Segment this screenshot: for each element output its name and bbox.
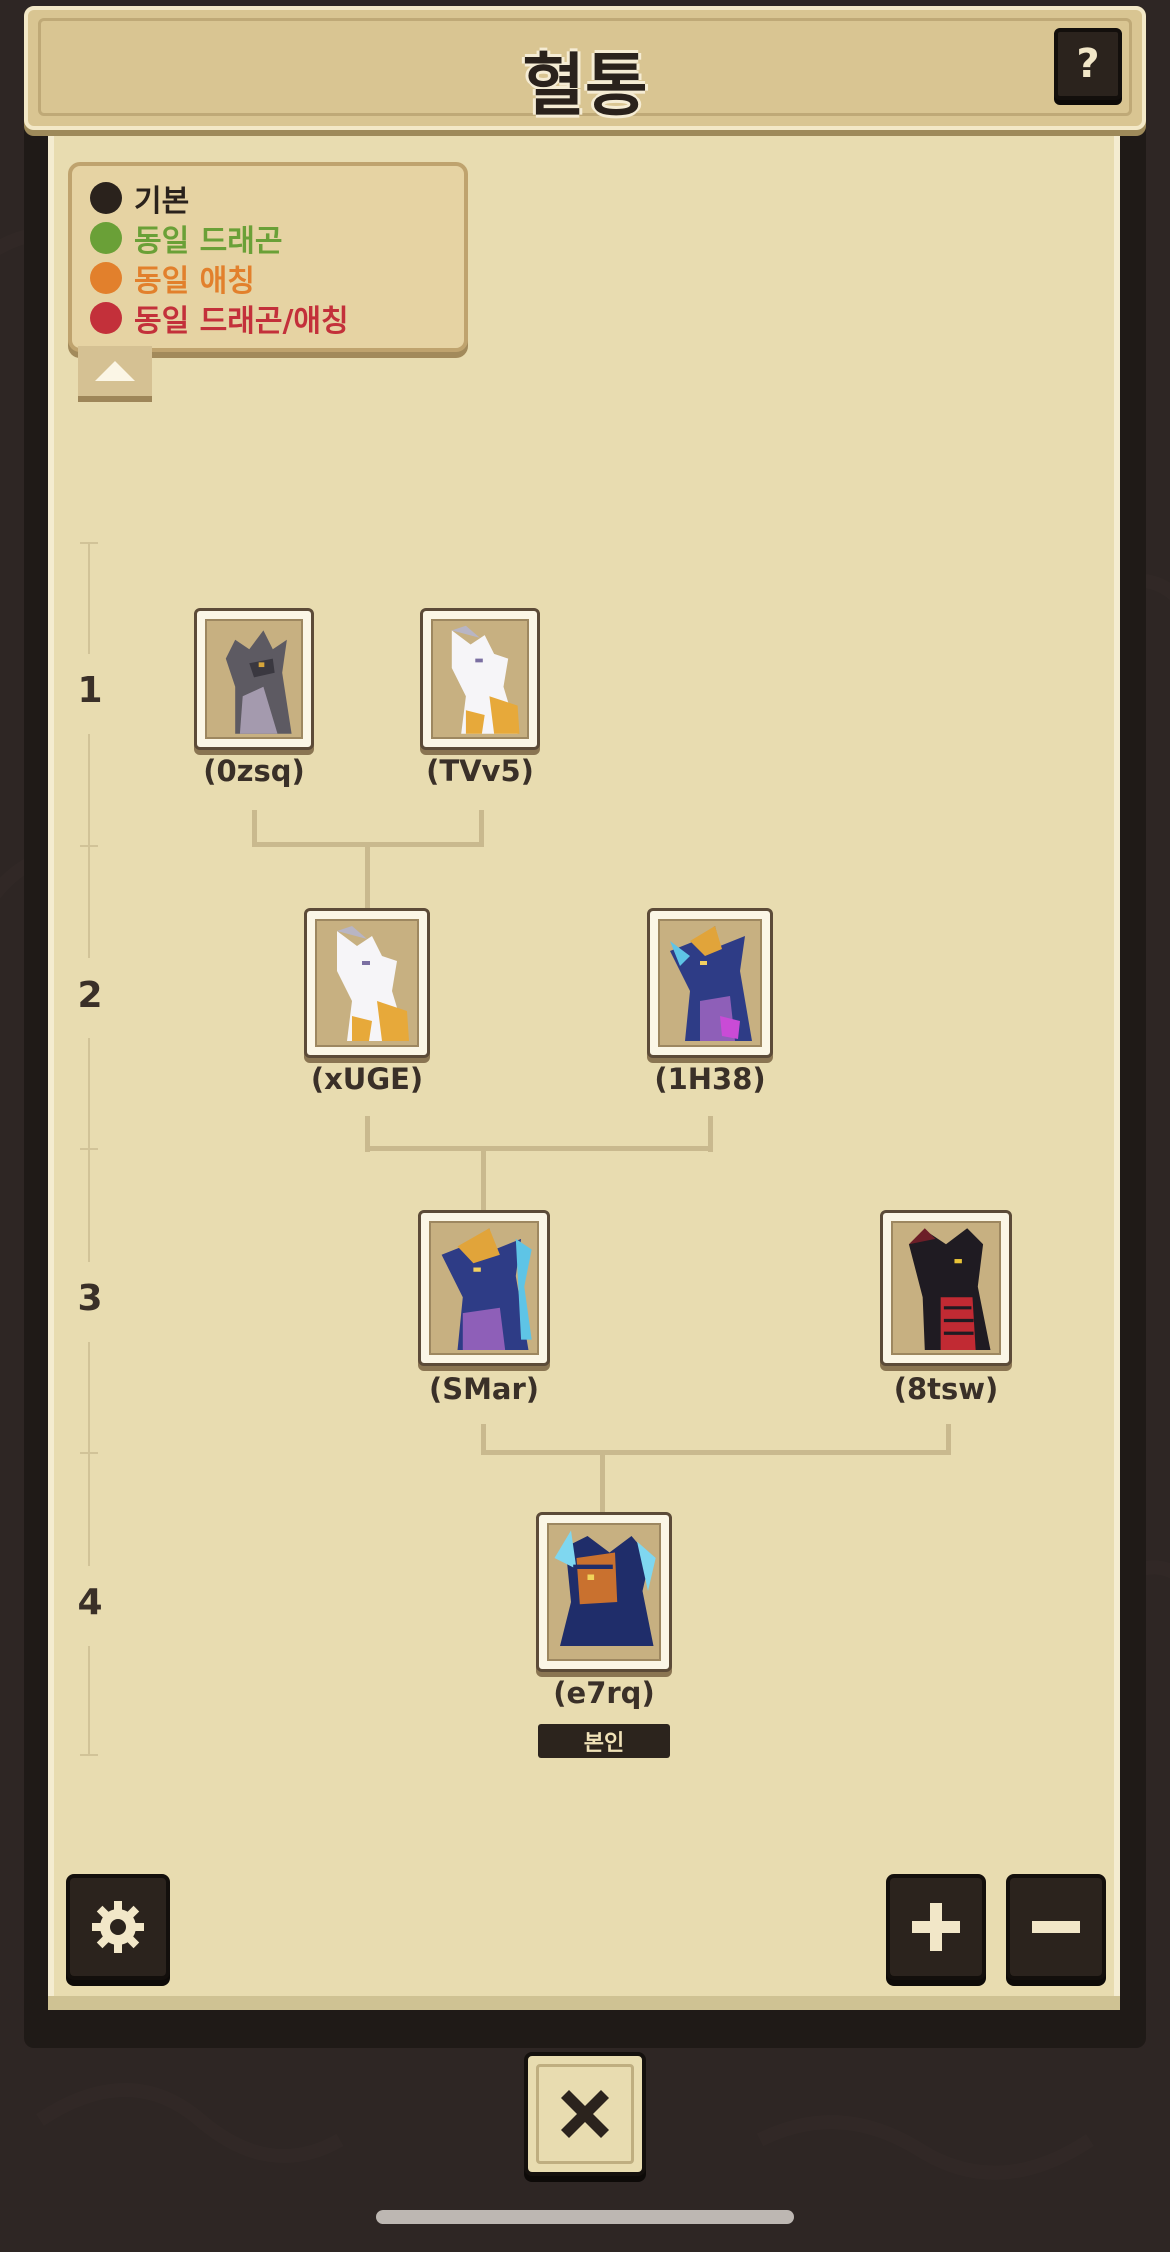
generation-number: 2 — [77, 975, 103, 1016]
tree-connector — [365, 1146, 713, 1151]
dragon-name-label: (0zsq) — [203, 754, 305, 788]
legend-label: 기본 — [134, 184, 190, 219]
close-button[interactable] — [524, 2052, 646, 2176]
home-indicator[interactable] — [376, 2210, 794, 2224]
black-red-dragon-icon — [908, 1228, 991, 1351]
axis-tick — [80, 1754, 98, 1756]
axis-tick — [80, 1452, 98, 1454]
legend-label: 동일 드래곤 — [134, 224, 283, 259]
plus-icon — [912, 1903, 960, 1951]
tree-connector — [600, 1450, 605, 1514]
legend-item-basic: 기본 — [90, 178, 190, 219]
white-gold-dragon-icon — [451, 625, 520, 734]
portrait-background — [205, 619, 303, 739]
legend-item-same-both: 동일 드래곤/애칭 — [90, 298, 349, 339]
zoom-in-button[interactable] — [886, 1874, 986, 1980]
zoom-out-button[interactable] — [1006, 1874, 1106, 1980]
portrait-frame — [418, 1210, 550, 1366]
tree-connector — [479, 810, 484, 846]
tree-connector — [481, 1450, 951, 1455]
dragon-name-label: (TVv5) — [426, 754, 534, 788]
help-button[interactable]: ? — [1054, 28, 1122, 100]
dragon-name-label: (xUGE) — [310, 1062, 424, 1096]
portrait-background — [891, 1221, 1001, 1355]
dragon-name-label: (SMar) — [428, 1372, 540, 1406]
legend-label: 동일 드래곤/애칭 — [134, 304, 349, 339]
portrait-background — [429, 1221, 539, 1355]
blue-gold-dragon-icon — [670, 926, 752, 1041]
portrait-frame — [420, 608, 540, 750]
white-gold-dragon-icon — [337, 926, 409, 1041]
axis-tick — [80, 845, 98, 847]
gear-icon — [92, 1901, 144, 1953]
dragon-name-label: (e7rq) — [553, 1676, 655, 1710]
header-bar: 혈통 — [24, 6, 1146, 130]
portrait-background — [431, 619, 529, 739]
navy-orange-dragon-icon — [554, 1530, 656, 1646]
blue-gold-dragon-icon — [441, 1228, 532, 1351]
portrait-background — [547, 1523, 661, 1661]
settings-button[interactable] — [66, 1874, 170, 1980]
self-badge: 본인 — [538, 1724, 670, 1758]
axis-line — [88, 1038, 90, 1262]
portrait-frame — [880, 1210, 1012, 1366]
black-dot-icon — [90, 182, 122, 214]
green-dot-icon — [90, 222, 122, 254]
tree-connector — [481, 1146, 486, 1210]
page-title: 혈통 — [522, 47, 648, 126]
legend-box: 기본 동일 드래곤 동일 애칭 동일 드래곤/애칭 — [68, 162, 468, 352]
generation-number: 3 — [77, 1278, 103, 1319]
portrait-background — [315, 919, 419, 1047]
paper-edge — [48, 1996, 1120, 2010]
legend-item-same-nickname: 동일 애칭 — [90, 258, 255, 299]
axis-line — [88, 1342, 90, 1566]
axis-line — [88, 1646, 90, 1756]
close-icon — [561, 2090, 609, 2138]
red-dot-icon — [90, 302, 122, 334]
generation-number: 1 — [77, 670, 103, 711]
portrait-frame — [536, 1512, 672, 1672]
legend-item-same-dragon: 동일 드래곤 — [90, 218, 283, 259]
portrait-background — [658, 919, 762, 1047]
portrait-frame — [647, 908, 773, 1058]
legend-collapse-button[interactable] — [78, 346, 152, 402]
axis-line — [88, 542, 90, 654]
dragon-name-label: (8tsw) — [893, 1372, 999, 1406]
dragon-name-label: (1H38) — [654, 1062, 766, 1096]
generation-number: 4 — [77, 1582, 103, 1623]
tree-connector — [365, 842, 370, 908]
tree-connector — [252, 810, 257, 846]
legend-label: 동일 애칭 — [134, 264, 255, 299]
portrait-frame — [304, 908, 430, 1058]
gray-dragon-icon — [225, 630, 292, 734]
orange-dot-icon — [90, 262, 122, 294]
minus-icon — [1032, 1921, 1080, 1933]
chevron-up-icon — [95, 361, 135, 381]
axis-tick — [80, 1148, 98, 1150]
portrait-frame — [194, 608, 314, 750]
